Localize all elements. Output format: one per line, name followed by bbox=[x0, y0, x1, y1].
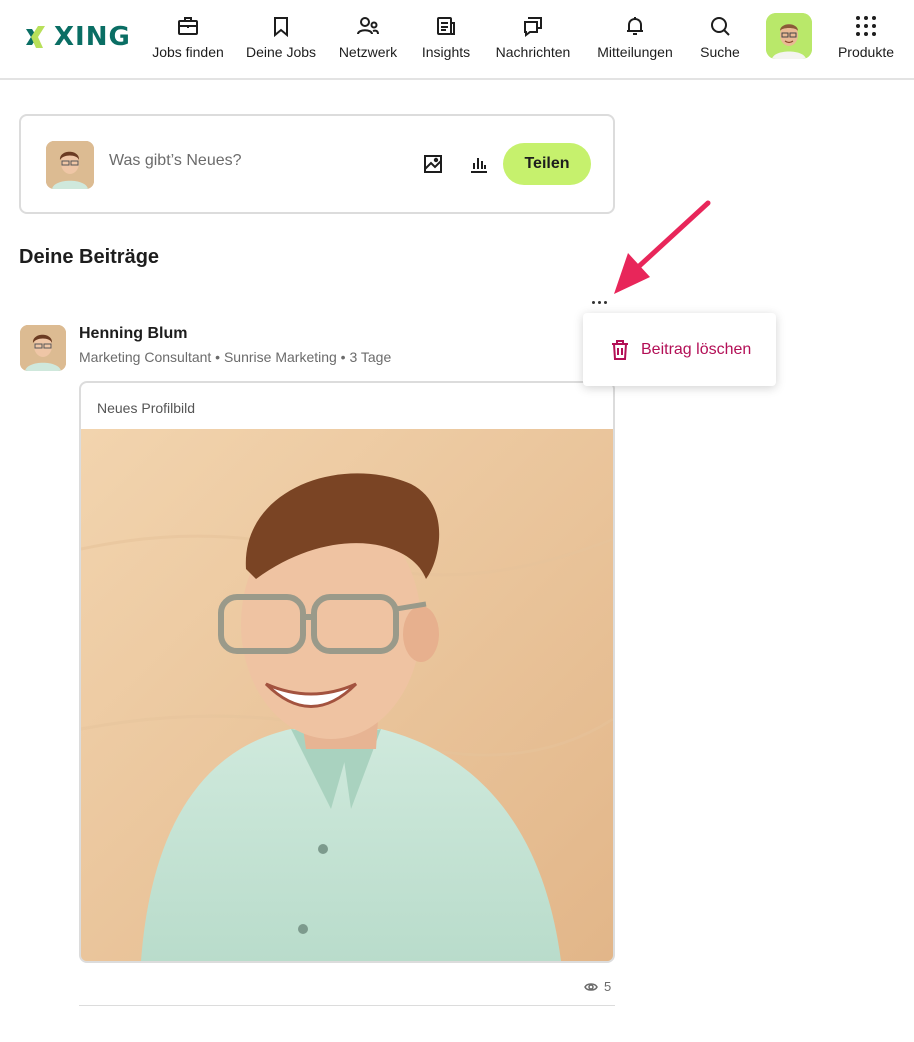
more-dots-icon bbox=[591, 300, 595, 304]
nav-label-insights: Insights bbox=[421, 44, 471, 60]
share-button[interactable]: Teilen bbox=[503, 143, 591, 185]
briefcase-icon bbox=[178, 17, 198, 35]
nav-item-produkte[interactable]: Produkte bbox=[836, 14, 896, 60]
nav-label-mitteilungen: Mitteilungen bbox=[597, 44, 673, 60]
annotation-arrow-icon bbox=[614, 200, 711, 294]
delete-post-menu-item[interactable]: Beitrag löschen bbox=[583, 313, 776, 386]
bell-icon bbox=[627, 17, 643, 35]
chat-icon bbox=[524, 17, 542, 37]
more-dot bbox=[597, 300, 601, 304]
nav-label-produkte: Produkte bbox=[837, 44, 895, 60]
post-author-avatar[interactable] bbox=[20, 325, 66, 371]
nav-item-deine-jobs[interactable]: Deine Jobs bbox=[246, 14, 316, 60]
composer-input[interactable] bbox=[109, 152, 389, 170]
nav-item-suche[interactable]: Suche bbox=[699, 14, 741, 60]
avatar-portrait-icon bbox=[20, 325, 66, 371]
views-count: 5 bbox=[604, 979, 612, 994]
delete-post-label: Beitrag löschen bbox=[641, 340, 752, 358]
nav-item-nachrichten[interactable]: Nachrichten bbox=[494, 14, 572, 60]
trash-icon bbox=[612, 339, 628, 360]
avatar-portrait-icon bbox=[46, 141, 94, 189]
poll-chart-icon bbox=[471, 158, 487, 173]
post-divider bbox=[79, 1005, 615, 1006]
search-icon bbox=[711, 17, 730, 36]
post-author-name[interactable]: Henning Blum bbox=[79, 325, 187, 343]
post-options-button[interactable] bbox=[589, 292, 609, 312]
nav-item-jobs-finden[interactable]: Jobs finden bbox=[152, 14, 224, 60]
profile-photo[interactable] bbox=[81, 429, 613, 961]
news-icon bbox=[437, 17, 455, 35]
add-image-button[interactable] bbox=[421, 152, 445, 176]
nav-item-netzwerk[interactable]: Netzwerk bbox=[338, 14, 398, 60]
section-title: Deine Beiträge bbox=[19, 246, 160, 268]
add-poll-button[interactable] bbox=[467, 152, 491, 176]
bookmark-icon bbox=[274, 17, 288, 37]
nav-label-netzwerk: Netzwerk bbox=[338, 44, 398, 60]
image-icon bbox=[424, 155, 442, 173]
nav-label-suche: Suche bbox=[700, 44, 740, 60]
post-options-menu: Beitrag löschen bbox=[583, 313, 776, 386]
nav-item-insights[interactable]: Insights bbox=[420, 14, 472, 60]
post-composer: Teilen bbox=[19, 114, 615, 214]
user-avatar-menu[interactable] bbox=[766, 13, 812, 59]
nav-label-jobs-finden: Jobs finden bbox=[152, 44, 224, 60]
nav-label-nachrichten: Nachrichten bbox=[495, 44, 571, 60]
eye-icon bbox=[584, 982, 598, 991]
composer-avatar bbox=[46, 141, 94, 189]
nav-item-mitteilungen[interactable]: Mitteilungen bbox=[594, 14, 676, 60]
post-card[interactable]: Neues Profilbild bbox=[79, 381, 615, 963]
post-views: 5 bbox=[584, 979, 611, 994]
post-meta: Marketing Consultant • Sunrise Marketing… bbox=[79, 349, 392, 365]
post-caption: Neues Profilbild bbox=[97, 400, 196, 416]
people-icon bbox=[357, 17, 379, 35]
top-navigation-bar: XING Jobs finden Deine Jobs Netzwerk Ins… bbox=[0, 0, 914, 80]
nav-label-deine-jobs: Deine Jobs bbox=[245, 44, 317, 60]
avatar-portrait-icon bbox=[766, 13, 812, 59]
grid-icon bbox=[856, 16, 876, 36]
portrait-photo-illustration bbox=[81, 429, 613, 961]
more-dot bbox=[603, 300, 607, 304]
